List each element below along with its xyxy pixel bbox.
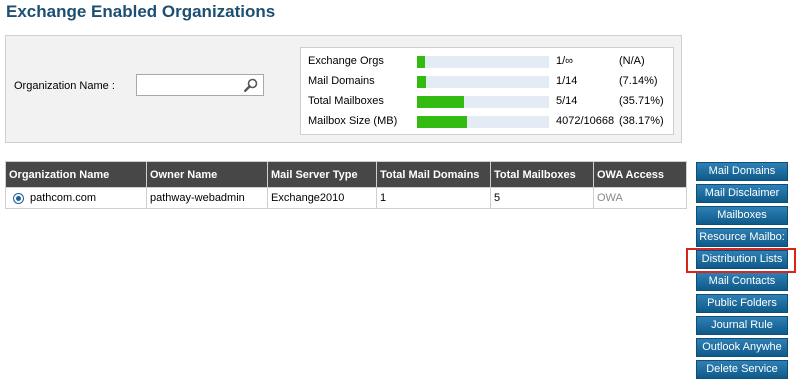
public-folders-button[interactable]: Public Folders: [696, 294, 788, 313]
delete-service-button[interactable]: Delete Service: [696, 360, 788, 379]
stat-row-total-mailboxes: Total Mailboxes 5/14 (35.71%): [301, 92, 673, 112]
column-header-owner-name[interactable]: Owner Name: [146, 161, 268, 188]
stat-count: 5/14: [556, 95, 578, 107]
mail-disclaimer-button[interactable]: Mail Disclaimer: [696, 184, 788, 203]
filter-panel: Organization Name : Exchange Orgs 1/∞ (N…: [5, 35, 682, 143]
resource-mailbox-button[interactable]: Resource Mailbo:: [696, 228, 788, 247]
stat-row-mailbox-size: Mailbox Size (MB) 4072/10668 (38.17%): [301, 112, 673, 132]
stat-percent: (38.17%): [619, 115, 664, 127]
stat-percent: (N/A): [619, 55, 645, 67]
stat-progress-bar: [417, 116, 549, 128]
stat-count: 1/∞: [556, 55, 574, 67]
organization-name-label: Organization Name :: [14, 80, 115, 92]
row-select-radio[interactable]: [13, 192, 24, 204]
stat-count: 4072/10668: [556, 115, 615, 127]
column-header-organization-name[interactable]: Organization Name: [5, 161, 147, 188]
stat-label: Mailbox Size (MB): [308, 115, 398, 127]
stat-percent: (7.14%): [619, 75, 658, 87]
stat-label: Mail Domains: [308, 75, 375, 87]
stat-progress-bar: [417, 76, 549, 88]
table-row[interactable]: pathcom.com pathway-webadmin Exchange201…: [5, 187, 687, 209]
total-mail-domains-cell: 1: [376, 187, 491, 209]
owner-name: pathway-webadmin: [150, 192, 245, 204]
distribution-lists-button[interactable]: Distribution Lists: [696, 250, 788, 269]
stat-row-mail-domains: Mail Domains 1/14 (7.14%): [301, 72, 673, 92]
stat-count: 1/14: [556, 75, 578, 87]
total-mailboxes: 5: [494, 192, 501, 204]
stat-progress-fill: [417, 116, 468, 128]
organizations-table: Organization Name Owner Name Mail Server…: [5, 161, 687, 209]
column-header-mail-server-type[interactable]: Mail Server Type: [267, 161, 377, 188]
mail-server-type-cell: Exchange2010: [267, 187, 377, 209]
organization-search-input[interactable]: [139, 76, 243, 96]
organization-name: pathcom.com: [30, 192, 97, 204]
outlook-anywhere-button[interactable]: Outlook Anywhe: [696, 338, 788, 357]
stat-progress-fill: [417, 76, 427, 88]
column-header-total-mailboxes[interactable]: Total Mailboxes: [490, 161, 594, 188]
total-mail-domains: 1: [380, 192, 387, 204]
mail-contacts-button[interactable]: Mail Contacts: [696, 272, 788, 291]
stat-label: Total Mailboxes: [308, 95, 384, 107]
quota-stats: Exchange Orgs 1/∞ (N/A) Mail Domains 1/1…: [300, 47, 674, 135]
stat-label: Exchange Orgs: [308, 55, 384, 67]
owa-access-cell: OWA: [593, 187, 687, 209]
stat-progress-fill: [417, 56, 425, 68]
table-header-row: Organization Name Owner Name Mail Server…: [5, 161, 687, 188]
action-buttons: Mail Domains Mail Disclaimer Mailboxes R…: [696, 162, 788, 382]
mail-server-type: Exchange2010: [271, 192, 345, 204]
mail-domains-button[interactable]: Mail Domains: [696, 162, 788, 181]
column-header-owa-access[interactable]: OWA Access: [593, 161, 687, 188]
organization-cell[interactable]: pathcom.com: [5, 187, 147, 209]
column-header-total-mail-domains[interactable]: Total Mail Domains: [376, 161, 491, 188]
mailboxes-button[interactable]: Mailboxes: [696, 206, 788, 225]
stat-progress-bar: [417, 56, 549, 68]
total-mailboxes-cell: 5: [490, 187, 594, 209]
owner-name-cell: pathway-webadmin: [146, 187, 268, 209]
stat-percent: (35.71%): [619, 95, 664, 107]
organization-search-box[interactable]: [136, 74, 264, 96]
stat-progress-fill: [417, 96, 465, 108]
owa-access-link[interactable]: OWA: [597, 192, 623, 204]
page-title: Exchange Enabled Organizations: [6, 2, 276, 21]
magnifier-icon[interactable]: [243, 77, 259, 93]
stat-progress-bar: [417, 96, 549, 108]
journal-rule-button[interactable]: Journal Rule: [696, 316, 788, 335]
stat-row-exchange-orgs: Exchange Orgs 1/∞ (N/A): [301, 52, 673, 72]
